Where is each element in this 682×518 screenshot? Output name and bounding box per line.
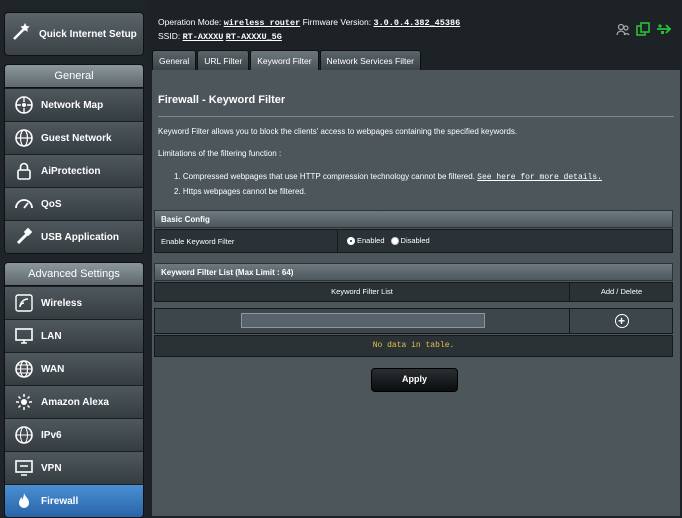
add-cell: +: [569, 309, 673, 333]
quick-internet-setup-label: Quick Internet Setup: [39, 28, 137, 40]
menu-label: QoS: [41, 198, 62, 210]
limitations-title: Limitations of the filtering function :: [158, 149, 282, 158]
general-menu-group: General Network Map Guest Network AiProt…: [4, 64, 144, 254]
ssid-label: SSID:: [158, 31, 181, 41]
column-add-delete: Add / Delete: [569, 283, 673, 301]
firmware-label: Firmware Version:: [302, 17, 372, 27]
quick-internet-setup-button[interactable]: Quick Internet Setup: [4, 12, 144, 56]
tab-url-filter[interactable]: URL Filter: [197, 50, 250, 71]
apply-button[interactable]: Apply: [371, 368, 458, 392]
sidebar: Quick Internet Setup General Network Map…: [0, 0, 148, 518]
tab-general[interactable]: General: [152, 50, 197, 71]
menu-label: Network Map: [41, 99, 104, 111]
lock-icon: [13, 160, 35, 182]
menu-label: IPv6: [41, 429, 62, 441]
add-icon[interactable]: +: [614, 314, 629, 328]
menu-label: VPN: [41, 462, 62, 474]
menu-item-guest-network[interactable]: Guest Network: [5, 121, 143, 154]
menu-item-vpn[interactable]: VPN: [5, 451, 143, 484]
enable-keyword-filter-row: Enable Keyword Filter Enabled Disabled: [154, 229, 673, 253]
menu-item-amazon-alexa[interactable]: Amazon Alexa: [5, 385, 143, 418]
enable-radio-group: Enabled Disabled: [347, 236, 430, 245]
limitation-2: 2. Https webpages cannot be filtered.: [174, 187, 307, 196]
title-divider: [158, 116, 674, 117]
wireless-icon: [13, 292, 35, 314]
menu-item-aiprotection[interactable]: AiProtection: [5, 154, 143, 187]
menu-item-network-map[interactable]: Network Map: [5, 88, 143, 121]
network-map-icon: [13, 94, 35, 116]
menu-label: AiProtection: [41, 165, 101, 177]
disabled-radio[interactable]: [390, 236, 399, 245]
lan-icon: [13, 325, 35, 347]
operation-mode-label: Operation Mode:: [158, 17, 222, 27]
ssid-5g-link[interactable]: RT-AXXXU_5G: [226, 32, 282, 42]
keyword-list-header: Keyword Filter List (Max Limit : 64): [154, 263, 673, 281]
operation-mode-line: Operation Mode: wireless router Firmware…: [158, 17, 460, 28]
no-data-row: No data in table.: [154, 335, 673, 357]
alexa-icon: [13, 391, 35, 413]
enable-keyword-filter-label: Enable Keyword Filter: [161, 237, 235, 246]
menu-item-ipv6[interactable]: IPv6: [5, 418, 143, 451]
page-title: Firewall - Keyword Filter: [158, 94, 286, 106]
wizard-icon: [11, 21, 33, 48]
disabled-radio-label[interactable]: Disabled: [401, 236, 430, 245]
limitation-1-text: 1. Compressed webpages that use HTTP com…: [174, 172, 475, 181]
menu-label: Amazon Alexa: [41, 396, 109, 408]
menu-label: Guest Network: [41, 132, 112, 144]
column-divider: [337, 230, 338, 252]
ipv6-icon: [13, 424, 35, 446]
see-details-link[interactable]: See here for more details.: [477, 173, 602, 182]
filter-tabs: General URL Filter Keyword Filter Networ…: [152, 50, 422, 71]
menu-label: Firewall: [41, 495, 79, 507]
advanced-menu-group: Advanced Settings Wireless LAN WAN Amazo…: [4, 262, 144, 518]
ssid-2g-link[interactable]: RT-AXXXU: [183, 32, 224, 42]
usb-icon: [13, 226, 35, 248]
globe-icon: [13, 358, 35, 380]
advanced-settings-header: Advanced Settings: [5, 263, 143, 286]
description-text: Keyword Filter allows you to block the c…: [158, 127, 518, 136]
vpn-icon: [13, 457, 35, 479]
status-icons: [616, 22, 672, 36]
keyword-input-row: +: [154, 308, 673, 334]
copy-icon[interactable]: [636, 22, 650, 36]
menu-label: WAN: [41, 363, 65, 375]
menu-label: USB Application: [41, 231, 119, 243]
general-menu-header: General: [5, 65, 143, 88]
menu-item-wan[interactable]: WAN: [5, 352, 143, 385]
fire-icon: [13, 490, 35, 512]
usb-status-icon[interactable]: [656, 22, 672, 36]
guest-network-icon: [13, 127, 35, 149]
enabled-radio-label[interactable]: Enabled: [357, 236, 385, 245]
menu-item-qos[interactable]: QoS: [5, 187, 143, 220]
tab-keyword-filter[interactable]: Keyword Filter: [250, 50, 319, 71]
menu-item-wireless[interactable]: Wireless: [5, 286, 143, 319]
menu-item-usb-application[interactable]: USB Application: [5, 220, 143, 253]
ssid-line: SSID: RT-AXXXU RT-AXXXU_5G: [158, 31, 282, 42]
menu-item-lan[interactable]: LAN: [5, 319, 143, 352]
menu-item-firewall[interactable]: Firewall: [5, 484, 143, 517]
column-keyword-filter-list: Keyword Filter List: [331, 287, 393, 296]
tab-network-services-filter[interactable]: Network Services Filter: [319, 50, 421, 71]
keyword-input[interactable]: [241, 313, 485, 328]
table-header-row: Keyword Filter List Add / Delete: [154, 282, 673, 302]
gauge-icon: [13, 193, 35, 215]
menu-label: LAN: [41, 330, 62, 342]
users-icon[interactable]: [616, 22, 630, 36]
content-panel: Firewall - Keyword Filter Keyword Filter…: [152, 70, 680, 516]
status-bar: Operation Mode: wireless router Firmware…: [152, 12, 672, 50]
limitation-1: 1. Compressed webpages that use HTTP com…: [174, 172, 602, 182]
menu-label: Wireless: [41, 297, 83, 309]
operation-mode-link[interactable]: wireless router: [224, 18, 301, 28]
basic-config-header: Basic Config: [154, 210, 673, 228]
enabled-radio[interactable]: [347, 236, 355, 245]
firmware-link[interactable]: 3.0.0.4.382_45386: [373, 18, 460, 28]
